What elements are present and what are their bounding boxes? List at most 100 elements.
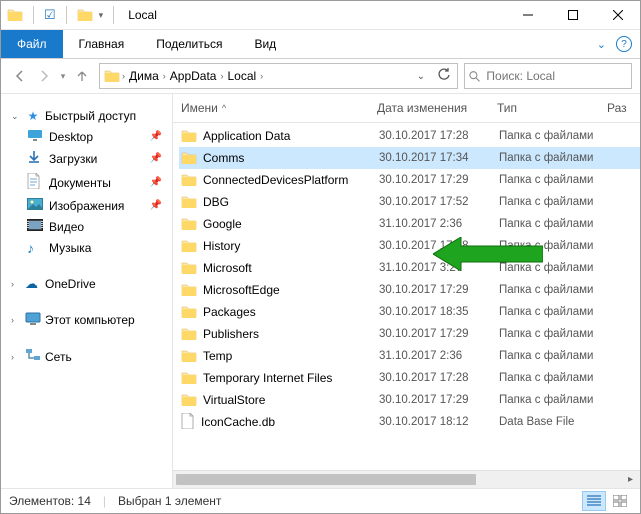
status-item-count: Элементов: 14 [9,494,91,508]
desktop-icon [27,129,43,144]
search-box[interactable] [464,63,632,89]
file-type: Папка с файлами [499,328,619,340]
file-date: 30.10.2017 18:35 [379,306,499,318]
folder-icon [181,326,197,343]
file-name: DBG [203,195,229,209]
tab-file[interactable]: Файл [1,30,63,58]
expand-icon[interactable]: › [11,352,21,362]
scroll-right-icon[interactable]: ▸ [623,472,638,487]
file-type: Папка с файлами [499,262,619,274]
view-large-button[interactable] [608,491,632,511]
table-row[interactable]: IconCache.db30.10.2017 18:12Data Base Fi… [179,411,640,433]
file-name: Temp [203,349,232,363]
table-row[interactable]: Comms30.10.2017 17:34Папка с файлами [179,147,640,169]
title-bar: ☑ ▾ Local [1,1,640,30]
table-row[interactable]: Temp31.10.2017 2:36Папка с файлами [179,345,640,367]
music-icon: ♪ [27,240,43,256]
chevron-right-icon[interactable]: › [220,71,223,81]
nav-item-desktop[interactable]: Desktop 📌 [1,126,172,147]
table-row[interactable]: Microsoft31.10.2017 3:27Папка с файлами [179,257,640,279]
folder-icon [181,238,197,255]
help-icon[interactable]: ? [616,36,632,52]
search-input[interactable] [484,68,627,84]
nav-item-documents[interactable]: Документы 📌 [1,170,172,195]
expand-icon[interactable]: › [11,279,21,289]
expand-icon[interactable]: › [11,315,21,325]
file-name: Temporary Internet Files [203,371,332,385]
nav-item-videos[interactable]: Видео [1,216,172,237]
file-type: Папка с файлами [499,284,619,296]
folder-icon [7,7,23,24]
forward-button[interactable] [33,65,55,87]
videos-icon [27,219,43,234]
collapse-icon[interactable]: ⌄ [11,111,21,122]
file-type: Папка с файлами [499,130,619,142]
file-date: 30.10.2017 17:29 [379,284,499,296]
column-size[interactable]: Раз [607,101,631,115]
table-row[interactable]: History30.10.2017 17:28Папка с файлами [179,235,640,257]
table-row[interactable]: MicrosoftEdge 30.10.2017 17:29Папка с фай… [179,279,640,301]
minimize-button[interactable] [505,1,550,29]
onedrive-icon: ☁ [25,276,41,292]
ribbon-expand-icon[interactable]: ⌄ [587,30,616,58]
folder-icon [181,172,197,189]
status-bar: Элементов: 14 | Выбран 1 элемент [1,488,640,513]
table-row[interactable]: Temporary Internet Files30.10.2017 17:28… [179,367,640,389]
file-name: Microsoft [203,261,252,275]
column-type[interactable]: Тип [497,101,607,115]
qat-checkbox[interactable]: ☑ [44,7,56,23]
documents-icon [27,173,43,192]
refresh-icon[interactable] [433,68,455,85]
file-list-pane: Имени ^ Дата изменения Тип Раз Applicati… [173,94,640,488]
maximize-button[interactable] [550,1,595,29]
recent-dropdown-icon[interactable]: ▾ [57,65,69,87]
file-icon [181,413,195,432]
scrollbar-thumb[interactable] [176,474,476,485]
file-name: History [203,239,240,253]
nav-network[interactable]: › Сеть [1,345,172,368]
chevron-right-icon[interactable]: › [122,71,125,81]
breadcrumb[interactable]: AppData [168,69,219,83]
file-rows: Application Data30.10.2017 17:28Папка с … [173,123,640,470]
breadcrumb[interactable]: Дима [127,69,161,83]
tab-share[interactable]: Поделиться [140,30,238,58]
table-row[interactable]: ConnectedDevicesPlatform30.10.2017 17:29… [179,169,640,191]
file-date: 30.10.2017 17:29 [379,328,499,340]
address-dropdown-icon[interactable]: ⌄ [411,71,431,82]
table-row[interactable]: Google31.10.2017 2:36Папка с файлами [179,213,640,235]
table-row[interactable]: Packages30.10.2017 18:35Папка с файлами [179,301,640,323]
file-name: Publishers [203,327,259,341]
pin-icon: 📌 [150,153,162,164]
nav-onedrive[interactable]: › ☁ OneDrive [1,273,172,295]
navigation-bar: ▾ › Дима › AppData › Local › ⌄ [1,59,640,93]
tab-home[interactable]: Главная [63,30,141,58]
nav-this-pc[interactable]: › Этот компьютер [1,309,172,331]
table-row[interactable]: Publishers 30.10.2017 17:29Папка с файлам… [179,323,640,345]
table-row[interactable]: VirtualStore30.10.2017 17:29Папка с файл… [179,389,640,411]
file-name: Google [203,217,242,231]
folder-icon [181,392,197,409]
horizontal-scrollbar[interactable]: ▸ [173,470,640,488]
table-row[interactable]: DBG30.10.2017 17:52Папка с файлами [179,191,640,213]
back-button[interactable] [9,65,31,87]
view-details-button[interactable] [582,491,606,511]
pin-icon: 📌 [150,131,162,142]
tab-view[interactable]: Вид [238,30,292,58]
nav-item-downloads[interactable]: Загрузки 📌 [1,147,172,170]
nav-item-pictures[interactable]: Изображения 📌 [1,195,172,216]
computer-icon [25,312,41,328]
address-bar[interactable]: › Дима › AppData › Local › ⌄ [99,63,458,89]
up-button[interactable] [71,65,93,87]
qat-dropdown-icon[interactable]: ▾ [99,10,104,21]
column-date[interactable]: Дата изменения [377,101,497,115]
file-name: MicrosoftEdge [203,283,280,297]
column-name[interactable]: Имени ^ [181,101,377,115]
chevron-right-icon[interactable]: › [260,71,263,81]
nav-quick-access[interactable]: ⌄ ★ Быстрый доступ [1,106,172,126]
table-row[interactable]: Application Data30.10.2017 17:28Папка с … [179,125,640,147]
close-button[interactable] [595,1,640,29]
chevron-right-icon[interactable]: › [163,71,166,81]
nav-item-music[interactable]: ♪ Музыка [1,237,172,259]
file-name: IconCache.db [201,415,275,429]
breadcrumb[interactable]: Local [225,69,258,83]
